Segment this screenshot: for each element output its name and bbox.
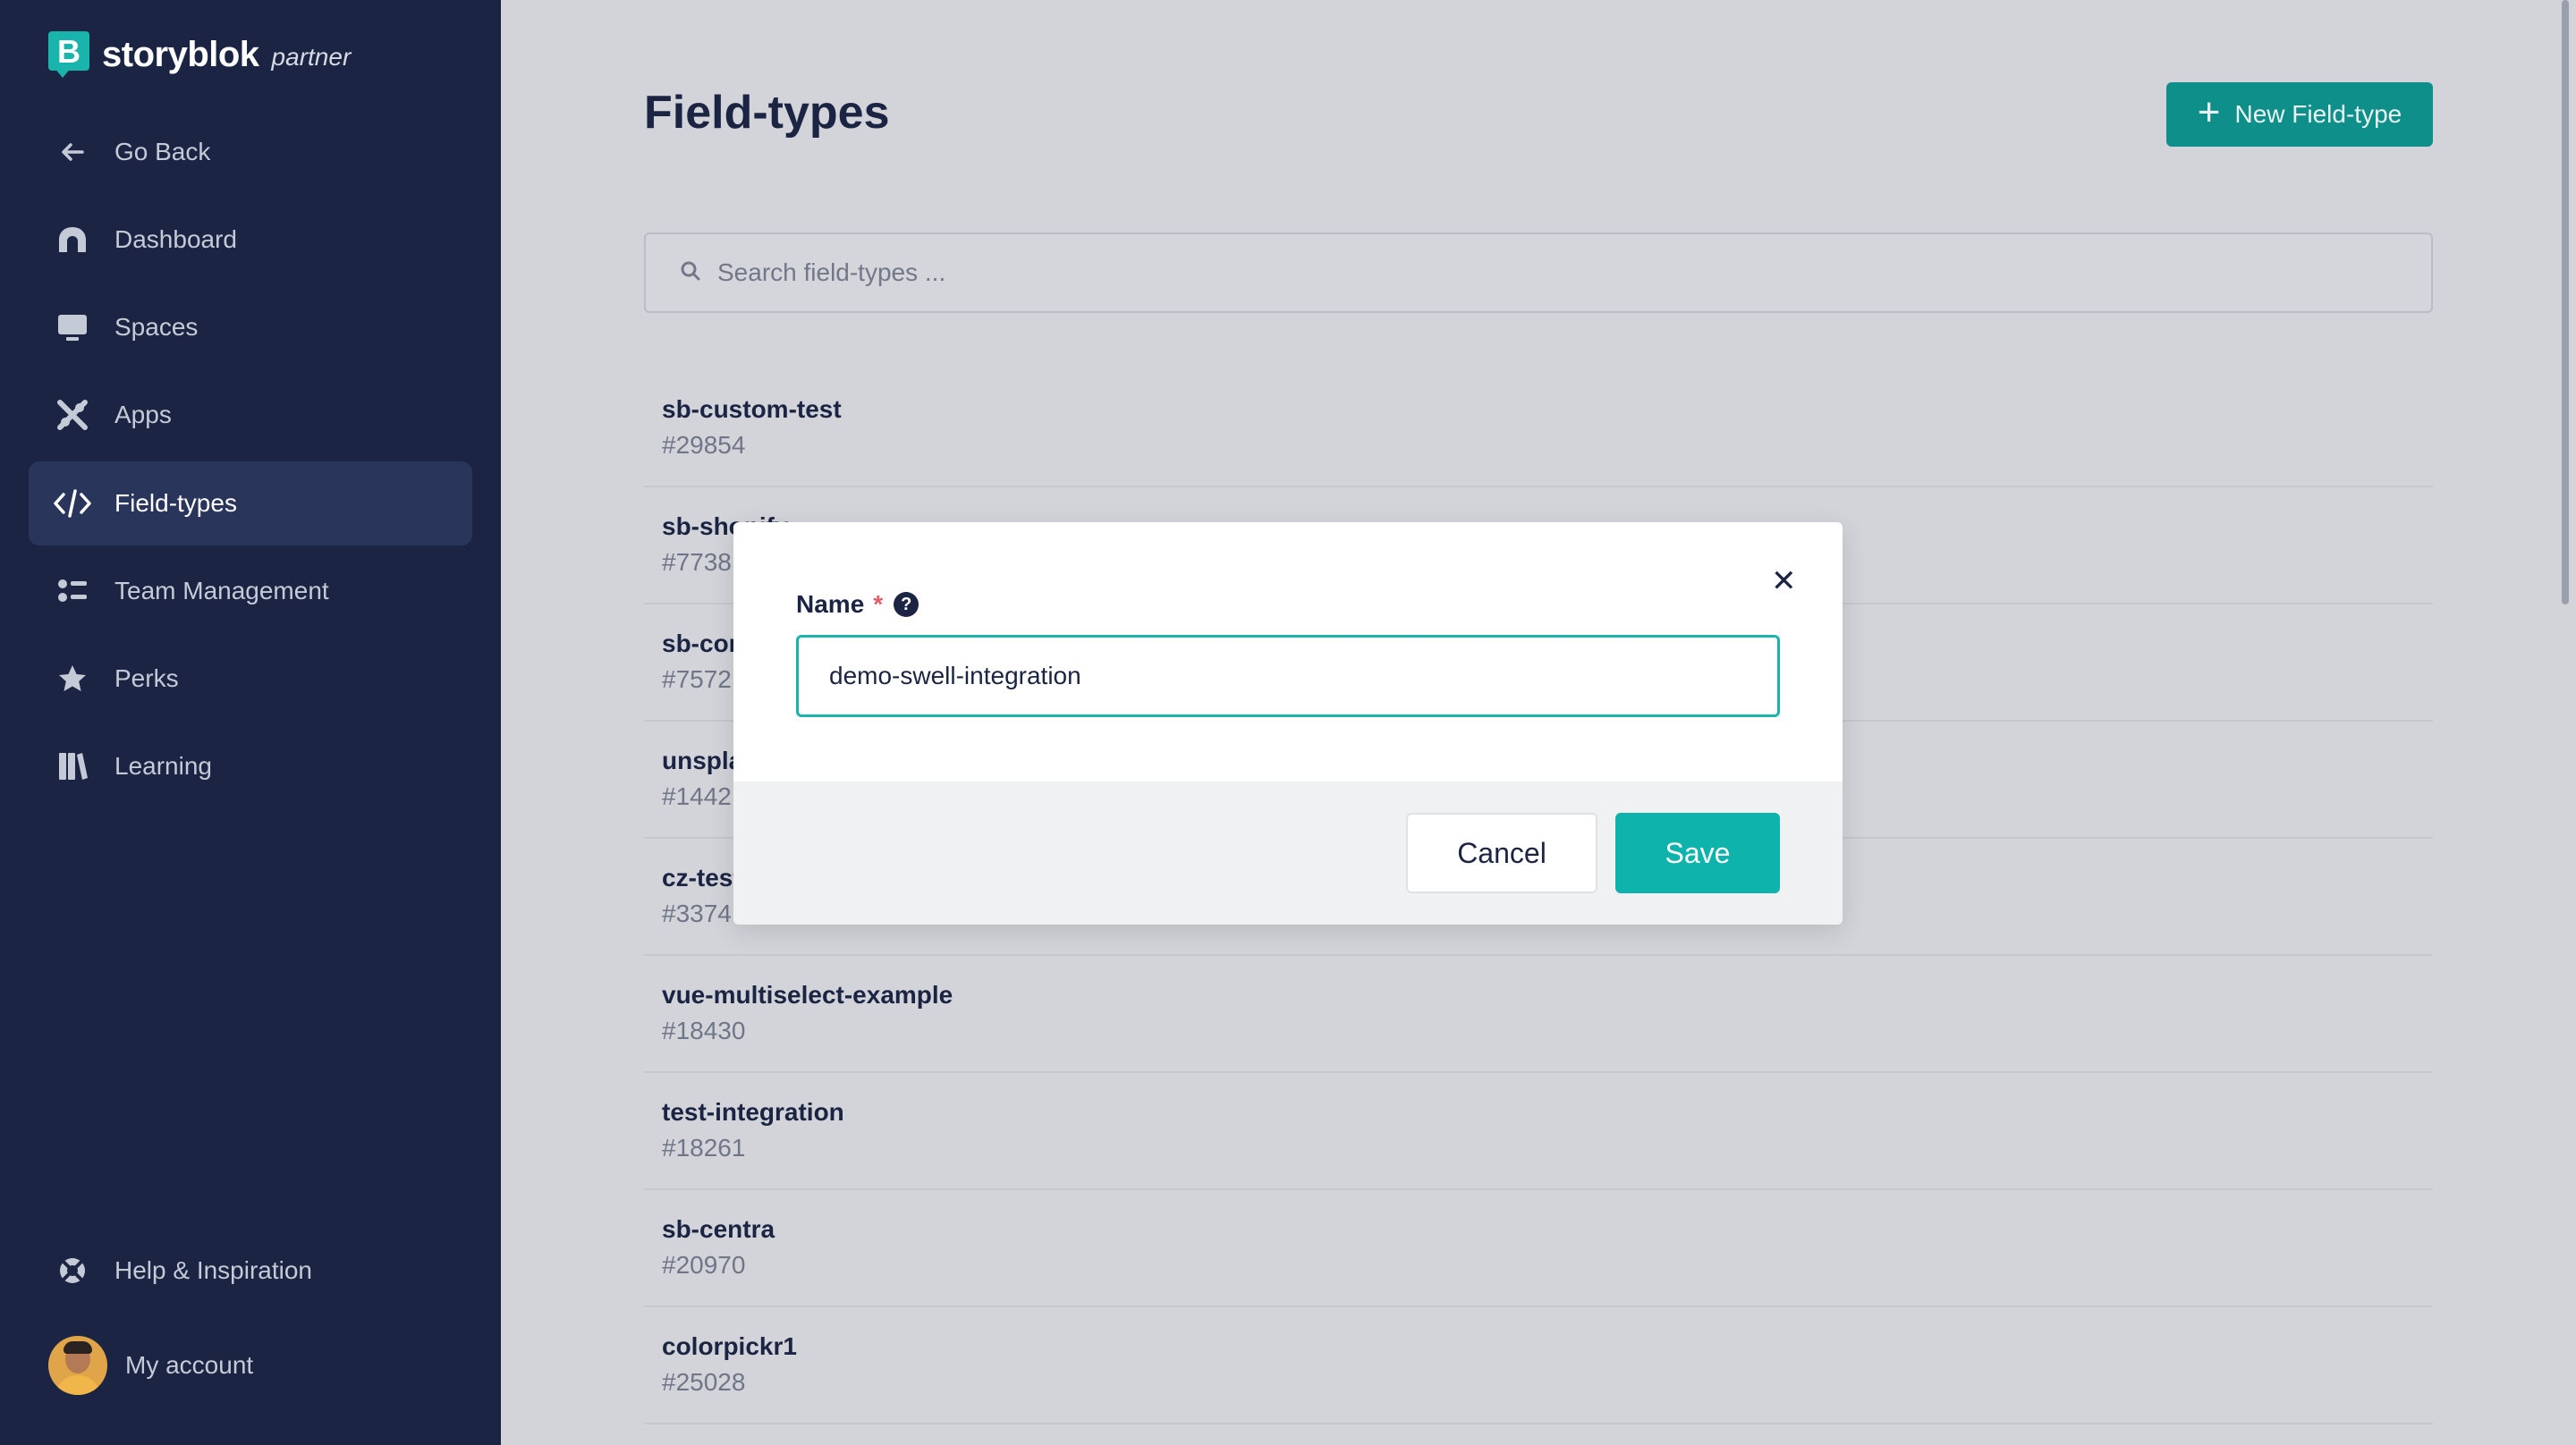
sidebar-item-label: Apps — [114, 401, 172, 428]
field-type-id: #18261 — [662, 1134, 746, 1162]
list-item[interactable]: colorpickr1 #25028 — [644, 1307, 2433, 1424]
search-input[interactable] — [717, 258, 2327, 287]
field-type-id: #20970 — [662, 1251, 746, 1279]
name-field-label: Name * ? — [796, 590, 919, 619]
sidebar-item-field-types[interactable]: Field-types — [29, 461, 472, 545]
name-input[interactable] — [796, 635, 1780, 717]
page-title: Field-types — [644, 87, 890, 139]
dashboard-icon — [52, 225, 93, 254]
sidebar-item-label: Field-types — [114, 489, 237, 517]
sidebar-item-label: Team Management — [114, 577, 329, 604]
star-icon — [52, 664, 93, 693]
field-type-name: colorpickr1 — [662, 1332, 797, 1360]
field-type-id: #18430 — [662, 1017, 746, 1044]
sidebar-item-label: Go Back — [114, 138, 211, 165]
sidebar-item-go-back[interactable]: Go Back — [29, 110, 472, 194]
name-label-text: Name — [796, 590, 865, 618]
help-icon[interactable]: ? — [894, 592, 919, 617]
books-icon — [52, 751, 93, 782]
arrow-left-icon — [52, 142, 93, 162]
dialog-footer: Cancel Save — [733, 782, 1843, 925]
field-type-id: #25028 — [662, 1368, 746, 1396]
team-icon — [52, 578, 93, 604]
cancel-button[interactable]: Cancel — [1406, 813, 1597, 893]
sidebar-item-label: Learning — [114, 752, 212, 780]
field-type-name: sb-custom-test — [662, 395, 842, 423]
field-type-id: #29854 — [662, 431, 746, 459]
list-item[interactable]: sb-custom-test #29854 — [644, 370, 2433, 487]
brand-name: storyblok — [102, 34, 259, 74]
new-field-type-label: New Field-type — [2234, 100, 2402, 128]
search-bar[interactable] — [644, 232, 2433, 313]
new-field-type-dialog: Name * ? ✕ Cancel Save — [733, 522, 1843, 925]
sidebar-item-label: Help & Inspiration — [114, 1256, 313, 1284]
sidebar-item-apps[interactable]: Apps — [29, 373, 472, 457]
account-label: My account — [125, 1351, 254, 1379]
sidebar-item-help[interactable]: Help & Inspiration — [29, 1229, 472, 1313]
list-item[interactable]: test-integration #18261 — [644, 1073, 2433, 1190]
save-button[interactable]: Save — [1615, 813, 1780, 893]
list-item[interactable]: vue-multiselect-example #18430 — [644, 956, 2433, 1073]
apps-icon — [52, 400, 93, 430]
monitor-icon — [52, 313, 93, 342]
sidebar-item-label: Perks — [114, 664, 179, 692]
scrollbar[interactable] — [2562, 0, 2569, 604]
sidebar: B storyblok partner Go Back Dashboard Sp… — [0, 0, 501, 1445]
field-type-name: vue-multiselect-example — [662, 981, 953, 1009]
list-item[interactable]: sb-centra #20970 — [644, 1190, 2433, 1307]
brand-sub: partner — [271, 43, 352, 71]
field-type-name: sb-centra — [662, 1215, 775, 1243]
field-type-name: test-integration — [662, 1098, 844, 1126]
sidebar-item-dashboard[interactable]: Dashboard — [29, 198, 472, 282]
sidebar-item-perks[interactable]: Perks — [29, 637, 472, 721]
sidebar-item-label: Dashboard — [114, 225, 237, 253]
avatar — [48, 1336, 107, 1395]
sidebar-item-spaces[interactable]: Spaces — [29, 285, 472, 369]
code-icon — [52, 489, 93, 518]
close-icon[interactable]: ✕ — [1771, 563, 1797, 599]
new-field-type-button[interactable]: + New Field-type — [2166, 82, 2433, 147]
sidebar-item-label: Spaces — [114, 313, 199, 341]
storyblok-logo-icon: B — [48, 31, 89, 78]
sidebar-item-team-management[interactable]: Team Management — [29, 549, 472, 633]
search-icon — [680, 260, 701, 286]
brand[interactable]: B storyblok partner — [48, 30, 351, 79]
account-menu[interactable]: My account — [48, 1336, 253, 1395]
lifebuoy-icon — [52, 1256, 93, 1285]
sidebar-item-learning[interactable]: Learning — [29, 724, 472, 808]
required-marker: * — [873, 590, 884, 618]
plus-icon: + — [2197, 90, 2221, 134]
